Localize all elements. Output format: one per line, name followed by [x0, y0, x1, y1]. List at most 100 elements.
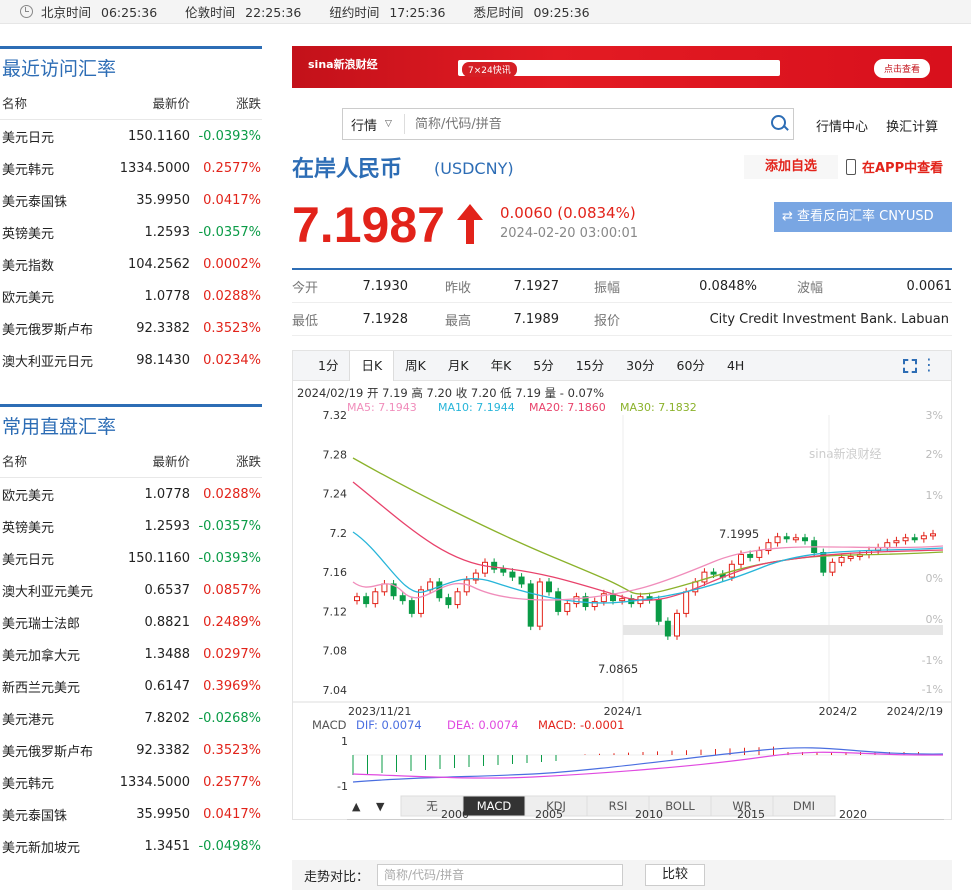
navigator-year: 2005 — [535, 808, 563, 820]
ad-banner[interactable]: sina新浪财经 7×24快讯 点击查看 — [292, 46, 952, 88]
rate-name[interactable]: 美元韩元 — [0, 159, 110, 178]
rate-price: 0.6537 — [144, 582, 191, 598]
rate-row[interactable]: 新西兰元美元 0.6147 0.3969% — [0, 670, 262, 702]
rate-row[interactable]: 美元瑞士法郎 0.8821 0.2489% — [0, 606, 262, 638]
rate-price: 7.8202 — [144, 710, 191, 726]
rate-price: 1.3488 — [144, 646, 191, 662]
rate-name[interactable]: 美元日元 — [0, 549, 110, 568]
search-icon[interactable] — [767, 111, 793, 137]
y-right-tick-label: 3% — [926, 409, 943, 422]
rate-name[interactable]: 英镑美元 — [0, 517, 110, 536]
rate-row[interactable]: 美元泰国铢 35.9950 0.0417% — [0, 798, 262, 830]
navigator-year: 2010 — [635, 808, 663, 820]
rate-name[interactable]: 欧元美元 — [0, 485, 110, 504]
y-tick-label: 7.12 — [323, 605, 348, 618]
candle-body — [518, 576, 525, 585]
rate-row[interactable]: 欧元美元 1.0778 0.0288% — [0, 478, 262, 510]
candle-body — [902, 537, 909, 542]
compare-input[interactable]: 简称/代码/拼音 — [377, 864, 624, 886]
rate-change: -0.0357% — [198, 518, 261, 534]
rate-name[interactable]: 美元瑞士法郎 — [0, 613, 110, 632]
rate-row[interactable]: 美元日元 150.1160 -0.0393% — [0, 120, 262, 152]
rate-name[interactable]: 美元港元 — [0, 709, 110, 728]
period-tab[interactable]: 4H — [716, 351, 755, 381]
rate-row[interactable]: 澳大利亚元美元 0.6537 0.0857% — [0, 574, 262, 606]
rate-row[interactable]: 美元泰国铢 35.9950 0.0417% — [0, 184, 262, 216]
rate-name[interactable]: 澳大利亚元日元 — [0, 351, 110, 370]
scroll-down-icon[interactable]: ▼ — [376, 800, 385, 813]
add-watchlist-button[interactable]: 添加自选 — [744, 155, 838, 179]
navigator-year: 2020 — [839, 808, 867, 820]
rate-name[interactable]: 美元俄罗斯卢布 — [0, 741, 110, 760]
rate-row[interactable]: 澳大利亚元日元 98.1430 0.0234% — [0, 344, 262, 376]
current-price: 7.1987 — [292, 197, 445, 253]
y-tick-label: 7.32 — [323, 409, 348, 422]
candle-body — [536, 581, 543, 627]
rate-name[interactable]: 美元新加坡元 — [0, 837, 110, 856]
rate-price: 1.2593 — [144, 518, 191, 534]
rate-row[interactable]: 美元日元 150.1160 -0.0393% — [0, 542, 262, 574]
quote-name: 在岸人民币 — [292, 157, 403, 182]
rate-name[interactable]: 美元日元 — [0, 127, 110, 146]
rate-name[interactable]: 新西兰元美元 — [0, 677, 110, 696]
indicator-tab-label: DMI — [793, 799, 815, 813]
fullscreen-icon[interactable] — [903, 359, 917, 373]
period-tab[interactable]: 周K — [394, 351, 437, 381]
period-tab[interactable]: 60分 — [666, 351, 716, 381]
period-tab[interactable]: 1分 — [307, 351, 349, 381]
rate-row[interactable]: 英镑美元 1.2593 -0.0357% — [0, 216, 262, 248]
ma10-label: MA10: 7.1944 — [438, 401, 515, 414]
more-icon[interactable]: ⋮ — [921, 355, 937, 374]
open-in-app-button[interactable]: 在APP中查看 — [846, 157, 943, 176]
rate-name[interactable]: 美元韩元 — [0, 773, 110, 792]
fx-calculator-link[interactable]: 换汇计算 — [886, 120, 938, 135]
compare-button[interactable]: 比较 — [645, 864, 706, 886]
candle-body — [546, 581, 552, 593]
period-tab[interactable]: 年K — [480, 351, 523, 381]
rate-name[interactable]: 美元加拿大元 — [0, 645, 110, 664]
rate-row[interactable]: 美元新加坡元 1.3451 -0.0498% — [0, 830, 262, 862]
period-tab[interactable]: 15分 — [565, 351, 615, 381]
rate-name[interactable]: 澳大利亚元美元 — [0, 581, 110, 600]
rate-price: 104.2562 — [127, 256, 190, 272]
candle-body — [792, 537, 799, 541]
search-type-select[interactable]: 行情 ▽ — [343, 114, 405, 134]
common-rates-title: 常用直盘汇率 — [0, 404, 262, 444]
rate-name[interactable]: 美元指数 — [0, 255, 110, 274]
stats-row: 今开 7.1930 昨收 7.1927 振幅 0.0848% 波幅 0.0061 — [292, 270, 952, 303]
market-center-link[interactable]: 行情中心 — [816, 120, 868, 135]
search-input[interactable] — [405, 116, 767, 132]
rate-change: 0.0297% — [203, 646, 261, 662]
rate-row[interactable]: 美元俄罗斯卢布 92.3382 0.3523% — [0, 734, 262, 766]
rate-row[interactable]: 美元港元 7.8202 -0.0268% — [0, 702, 262, 734]
candle-body — [564, 603, 571, 612]
tz-sydney: 悉尼时间 09:25:36 — [473, 5, 590, 20]
rate-change: 0.0417% — [203, 806, 261, 822]
scroll-up-icon[interactable]: ▲ — [352, 800, 361, 813]
rate-row[interactable]: 美元指数 104.2562 0.0002% — [0, 248, 262, 280]
rate-row[interactable]: 美元韩元 1334.5000 0.2577% — [0, 152, 262, 184]
rate-name[interactable]: 欧元美元 — [0, 287, 110, 306]
rate-name[interactable]: 英镑美元 — [0, 223, 110, 242]
rate-name[interactable]: 美元泰国铢 — [0, 191, 110, 210]
period-tab[interactable]: 5分 — [522, 351, 564, 381]
banner-button[interactable]: 点击查看 — [874, 59, 931, 78]
x-tick-label: 2024/2/19 — [887, 705, 943, 718]
rate-name[interactable]: 美元俄罗斯卢布 — [0, 319, 110, 338]
rate-name[interactable]: 美元泰国铢 — [0, 805, 110, 824]
x-tick-label: 2024/2 — [819, 705, 858, 718]
rate-row[interactable]: 美元俄罗斯卢布 92.3382 0.3523% — [0, 312, 262, 344]
candle-body — [418, 589, 424, 614]
period-tab[interactable]: 30分 — [615, 351, 665, 381]
rate-row[interactable]: 欧元美元 1.0778 0.0288% — [0, 280, 262, 312]
period-tab[interactable]: 日K — [349, 350, 395, 381]
price-change: 0.0060 (0.0834%) — [500, 204, 636, 222]
reverse-rate-button[interactable]: ⇄ 查看反向汇率 CNYUSD — [774, 202, 952, 232]
rate-row[interactable]: 美元加拿大元 1.3488 0.0297% — [0, 638, 262, 670]
macd-title: MACD — [312, 718, 347, 732]
rate-row[interactable]: 英镑美元 1.2593 -0.0357% — [0, 510, 262, 542]
period-tab[interactable]: 月K — [437, 351, 480, 381]
common-rates-panel: 常用直盘汇率 名称 最新价 涨跌 欧元美元 1.0778 0.0288% 英镑美元 1.… — [0, 404, 262, 862]
kline-svg[interactable]: 2024/02/19 开 7.19 高 7.20 收 7.20 低 7.19 量… — [293, 382, 951, 820]
rate-row[interactable]: 美元韩元 1334.5000 0.2577% — [0, 766, 262, 798]
